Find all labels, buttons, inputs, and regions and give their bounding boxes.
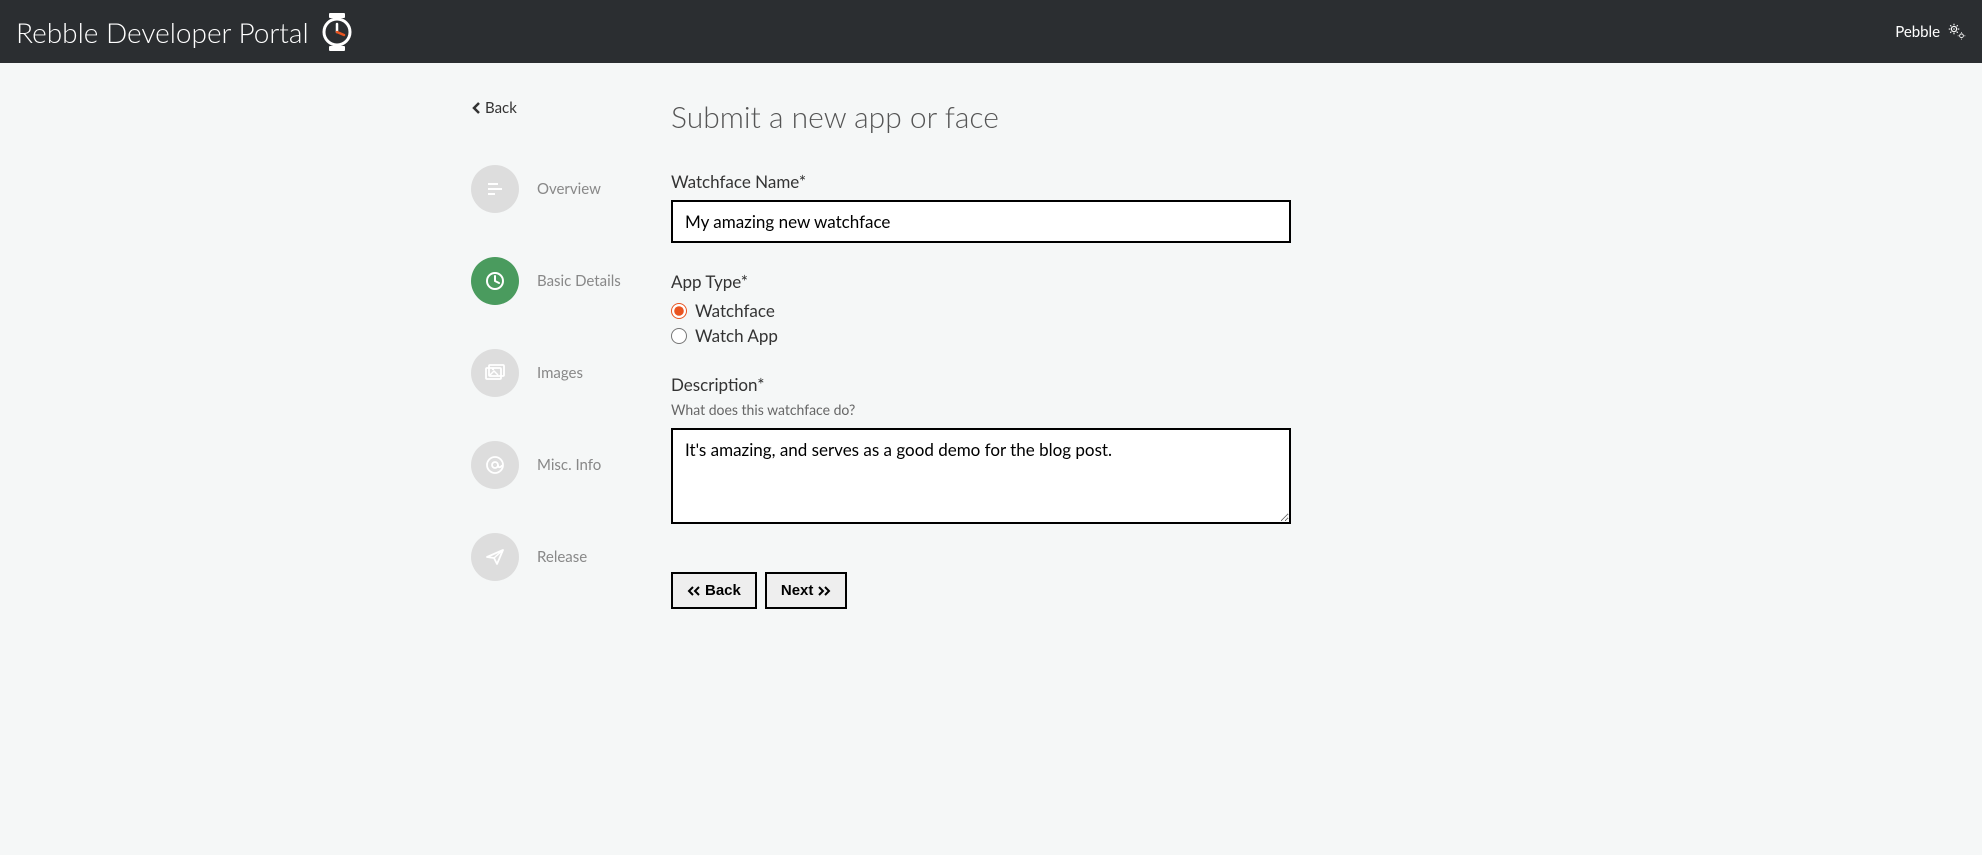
- back-button[interactable]: Back: [671, 572, 757, 609]
- name-label: Watchface Name*: [671, 171, 1311, 192]
- button-row: Back Next: [671, 572, 1311, 609]
- user-name: Pebble: [1895, 23, 1940, 41]
- double-chevron-right-icon: [817, 585, 831, 597]
- brand[interactable]: Rebble Developer Portal: [16, 11, 355, 53]
- clock-icon: [484, 270, 506, 292]
- step-overview[interactable]: Overview: [471, 165, 631, 213]
- radio-watchapp-input[interactable]: [671, 328, 687, 344]
- step-misc-info[interactable]: Misc. Info: [471, 441, 631, 489]
- field-description: Description* What does this watchface do…: [671, 374, 1311, 528]
- step-label: Misc. Info: [537, 456, 601, 474]
- name-input[interactable]: [671, 200, 1291, 243]
- step-label: Overview: [537, 180, 601, 198]
- radio-watchface-input[interactable]: [671, 303, 687, 319]
- at-icon: [484, 454, 506, 476]
- page-title: Submit a new app or face: [671, 99, 1311, 135]
- main-content: Submit a new app or face Watchface Name*…: [671, 99, 1311, 625]
- chevron-left-icon: [471, 101, 481, 115]
- back-link[interactable]: Back: [471, 99, 631, 117]
- images-icon: [484, 363, 506, 383]
- rebble-logo-icon: [319, 11, 355, 53]
- field-watchface-name: Watchface Name*: [671, 171, 1311, 243]
- desc-hint: What does this watchface do?: [671, 401, 1311, 418]
- user-menu[interactable]: Pebble: [1895, 23, 1966, 41]
- double-chevron-left-icon: [687, 585, 701, 597]
- step-basic-details[interactable]: Basic Details: [471, 257, 631, 305]
- step-release[interactable]: Release: [471, 533, 631, 581]
- radio-watchapp[interactable]: Watch App: [671, 325, 1311, 346]
- step-label: Images: [537, 364, 583, 382]
- step-label: Basic Details: [537, 272, 621, 290]
- list-icon: [485, 179, 505, 199]
- radio-watchface[interactable]: Watchface: [671, 300, 1311, 321]
- back-button-label: Back: [705, 582, 741, 599]
- next-button-label: Next: [781, 582, 814, 599]
- type-label: App Type*: [671, 271, 1311, 292]
- step-label: Release: [537, 548, 587, 566]
- next-button[interactable]: Next: [765, 572, 848, 609]
- desc-textarea[interactable]: [671, 428, 1291, 524]
- sidebar: Back Overview: [391, 99, 631, 625]
- desc-label: Description*: [671, 374, 1311, 395]
- brand-title: Rebble Developer Portal: [16, 15, 309, 49]
- gears-icon: [1948, 23, 1966, 41]
- topbar: Rebble Developer Portal Pebble: [0, 0, 1982, 63]
- radio-watchapp-label: Watch App: [695, 325, 778, 346]
- paper-plane-icon: [484, 546, 506, 568]
- step-images[interactable]: Images: [471, 349, 631, 397]
- back-link-label: Back: [485, 99, 517, 117]
- field-app-type: App Type* Watchface Watch App: [671, 271, 1311, 346]
- radio-watchface-label: Watchface: [695, 300, 775, 321]
